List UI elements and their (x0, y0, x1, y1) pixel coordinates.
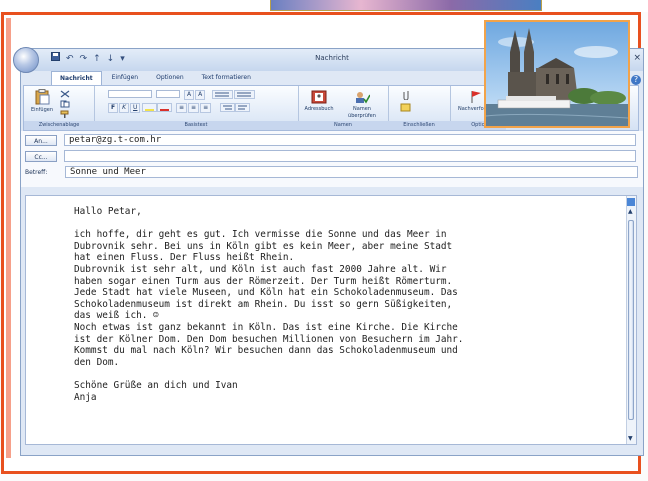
help-icon[interactable]: ? (631, 75, 641, 85)
to-row: An... petar@zg.t-com.hr (25, 133, 636, 147)
tab-einfuegen[interactable]: Einfügen (104, 71, 146, 85)
grow-font-button[interactable]: A (184, 90, 195, 100)
tab-text-formatieren[interactable]: Text formatieren (194, 71, 259, 85)
address-book-icon (311, 90, 327, 104)
check-names-label: Namen überprüfen (348, 106, 376, 119)
paste-label: Einfügen (30, 107, 54, 113)
cc-button[interactable]: Cc... (25, 150, 57, 162)
attach-item-icon[interactable] (400, 102, 412, 112)
message-body[interactable]: Hallo Petar, ich hoffe, dir geht es gut.… (25, 195, 637, 445)
italic-button[interactable]: K (119, 103, 130, 113)
vertical-scrollbar[interactable]: ▲ ▼ (626, 196, 636, 444)
subject-row: Betreff: Sonne und Meer (25, 165, 638, 179)
cologne-cathedral-photo (484, 20, 630, 128)
subject-field[interactable]: Sonne und Meer (65, 166, 638, 178)
font-family-select[interactable] (108, 90, 152, 98)
include-group-label: Einschließen (388, 121, 450, 130)
to-field[interactable]: petar@zg.t-com.hr (64, 134, 636, 146)
paste-icon (35, 89, 50, 105)
alignment-buttons: ≡ ≡ ≡ (176, 103, 212, 113)
highlight-color-icon[interactable] (142, 103, 172, 112)
attach-file-icon[interactable] (400, 90, 412, 100)
format-buttons: F K U (108, 103, 141, 113)
address-book-label: Adressbuch (304, 106, 334, 112)
cc-field[interactable] (64, 150, 636, 162)
include-group: Einschließen (388, 86, 451, 130)
clipboard-group: Einfügen Zwischenablage (24, 86, 95, 130)
cc-row: Cc... (25, 149, 636, 163)
underline-button[interactable]: U (130, 103, 141, 113)
shrink-font-button[interactable]: A (195, 90, 206, 100)
bold-button[interactable]: F (108, 103, 119, 113)
paste-button[interactable]: Einfügen (28, 89, 56, 114)
scroll-thumb[interactable] (628, 220, 634, 420)
ribbon-tabs: Nachricht Einfügen Optionen Text formati… (51, 71, 259, 85)
close-icon[interactable]: × (633, 53, 641, 63)
message-body-text[interactable]: Hallo Petar, ich hoffe, dir geht es gut.… (74, 206, 594, 403)
check-names-icon (356, 92, 370, 104)
frame-left-accent (6, 18, 11, 458)
scroll-up-icon[interactable]: ▲ (628, 208, 633, 215)
copy-icon[interactable] (60, 100, 70, 108)
names-group: Adressbuch Namen überprüfen Namen (298, 86, 389, 130)
format-painter-icon[interactable] (60, 110, 70, 118)
tab-nachricht[interactable]: Nachricht (51, 71, 102, 85)
font-size-select[interactable] (156, 90, 180, 98)
indent-buttons-icon[interactable] (220, 103, 250, 112)
message-header: An... petar@zg.t-com.hr Cc... Betreff: S… (21, 131, 643, 187)
flag-icon (471, 91, 481, 103)
list-buttons-icon[interactable] (212, 90, 256, 99)
basic-text-group: A A F K U ≡ ≡ ≡ Basistext (94, 86, 299, 130)
cathedral-image (486, 22, 628, 126)
names-group-label: Namen (298, 121, 388, 130)
tab-optionen[interactable]: Optionen (148, 71, 192, 85)
basic-text-group-label: Basistext (94, 121, 298, 130)
address-book-button[interactable]: Adressbuch (300, 90, 338, 113)
clipboard-group-label: Zwischenablage (24, 121, 94, 130)
cut-icon[interactable] (60, 90, 70, 98)
subject-label: Betreff: (25, 168, 48, 176)
align-right-button[interactable]: ≡ (200, 103, 212, 113)
check-names-button[interactable]: Namen überprüfen (342, 90, 382, 120)
scroll-down-icon[interactable]: ▼ (628, 435, 633, 442)
ruler-toggle-icon[interactable] (627, 198, 635, 206)
align-left-button[interactable]: ≡ (176, 103, 188, 113)
align-center-button[interactable]: ≡ (188, 103, 200, 113)
font-grow-shrink: A A (184, 90, 206, 100)
top-illustration (270, 0, 542, 11)
to-button[interactable]: An... (25, 134, 57, 146)
